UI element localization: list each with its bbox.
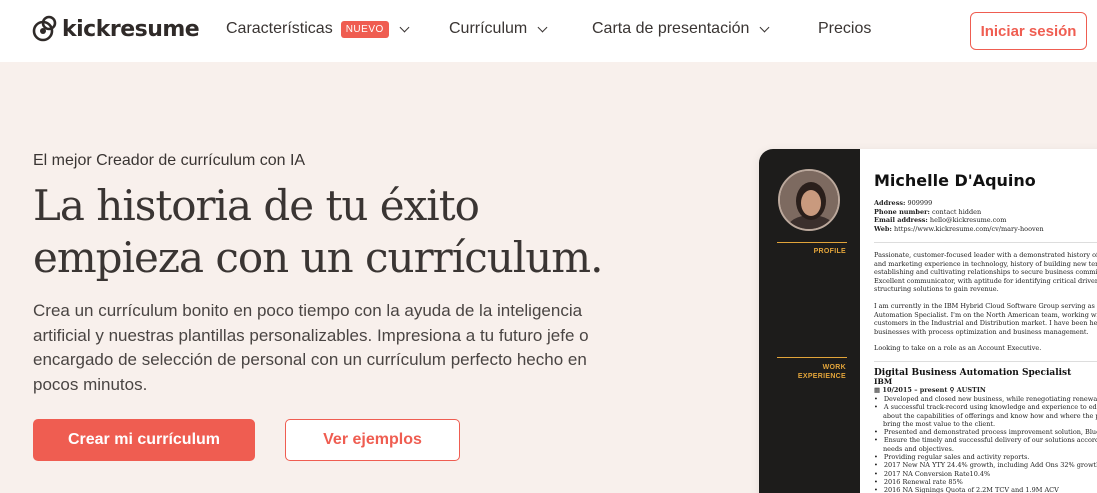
job-bullets: Developed and closed new business, while… [874,395,1097,493]
resume-section-work-line-2: EXPERIENCE [797,373,846,380]
contact-email: Email address: hello@kickresume.com [874,216,1007,224]
kickresume-logo-icon [32,15,57,42]
resume-section-work: WORK EXPERIENCE [798,363,846,381]
job-bullet: 2016 NA Signings Quota of 2.2M TCV and 1… [874,486,1097,493]
brand-logo[interactable]: kickresume [32,15,200,43]
chevron-down-icon [537,22,548,32]
job-bullet: 2017 New NA YTY 24.4% growth, including … [874,461,1097,469]
new-badge: NUEVO [340,20,389,38]
chevron-down-icon [399,22,410,32]
job-bullet: 2017 NA Conversion Rate10.4% [874,470,1097,478]
contact-web: Web: https://www.kickresume.com/cv/mary-… [874,224,1044,233]
avatar-photo [780,171,838,229]
hero-eyebrow: El mejor Creador de currículum con IA [33,152,306,169]
job-dates: 10/2015 – present [882,385,948,394]
hero-headline: La historia de tu éxito empieza con un c… [33,180,673,284]
contact-phone: Phone number: contact hidden [874,207,982,216]
nav-item-label: Carta de presentación [592,20,750,37]
job-bullet: Providing regular sales and activity rep… [874,453,1097,461]
experience-divider [777,357,847,358]
resume-body: Michelle D'Aquino Address: 909999 Phone … [860,149,1097,493]
create-resume-button[interactable]: Crear mi currículum [33,419,255,461]
nav-item-resume[interactable]: Currículum [449,20,548,38]
login-button[interactable]: Iniciar sesión [970,12,1087,50]
hero-subtext: Crea un currículum bonito en poco tiempo… [33,301,589,394]
resume-contacts: Address: 909999 Phone number: contact hi… [874,199,1097,233]
resume-name: Michelle D'Aquino [874,171,1036,190]
location-pin-icon: ⚲ [949,385,955,394]
nav-item-label: Currículum [449,20,528,37]
job-bullet: needs and objectives. [883,444,954,453]
profile-divider [777,242,847,243]
avatar [778,169,840,231]
nav-item-label: Precios [818,20,872,37]
job-location: AUSTIN [956,385,986,394]
job-bullet: Presented and demonstrated process impro… [874,428,1097,436]
job-bullet: A successful track-record using knowledg… [874,403,1097,411]
nav-item-cover-letter[interactable]: Carta de presentación [592,20,770,38]
resume-divider [874,360,1097,362]
job-bullet: bring the most value to the client. [883,419,996,428]
top-navigation: kickresume Características NUEVO Currícu… [0,0,1097,62]
job-bullet: Developed and closed new business, while… [874,395,1097,403]
calendar-icon: ▦ [874,385,881,394]
nav-item-pricing[interactable]: Precios [818,20,871,38]
hero-headline-line-2: empieza con un currículum. [33,233,603,282]
job-bullet: 2016 Renewal rate 85% [874,478,1097,486]
job-meta: ▦ 10/2015 – present ⚲ AUSTIN [874,386,1097,395]
resume-section-profile: PROFILE [813,248,846,255]
contact-address: Address: 909999 [874,199,933,207]
chevron-down-icon [759,22,770,32]
resume-section-work-line-1: WORK [822,364,846,371]
profile-paragraph-3: Looking to take on a role as an Account … [874,344,1042,353]
profile-paragraph-2: I am currently in the IBM Hybrid Cloud S… [874,301,1097,336]
profile-paragraph-1: Passionate, customer-focused leader with… [874,251,1097,294]
brand-name: kickresume [62,16,200,42]
resume-preview: PROFILE WORK EXPERIENCE Michelle D'Aquin… [759,149,1097,493]
nav-item-features[interactable]: Características NUEVO [226,20,410,38]
job-bullet: Ensure the timely and successful deliver… [874,436,1097,444]
job-company: IBM [874,376,893,386]
view-examples-button[interactable]: Ver ejemplos [285,419,460,461]
resume-divider [874,242,1097,243]
job-bullet: about the capabilities of offerings and … [883,411,1097,420]
hero-headline-line-1: La historia de tu éxito [33,181,480,230]
resume-sidebar: PROFILE WORK EXPERIENCE [759,149,860,493]
job-title: Digital Business Automation Specialist [874,367,1072,378]
nav-item-label: Características [226,20,333,37]
